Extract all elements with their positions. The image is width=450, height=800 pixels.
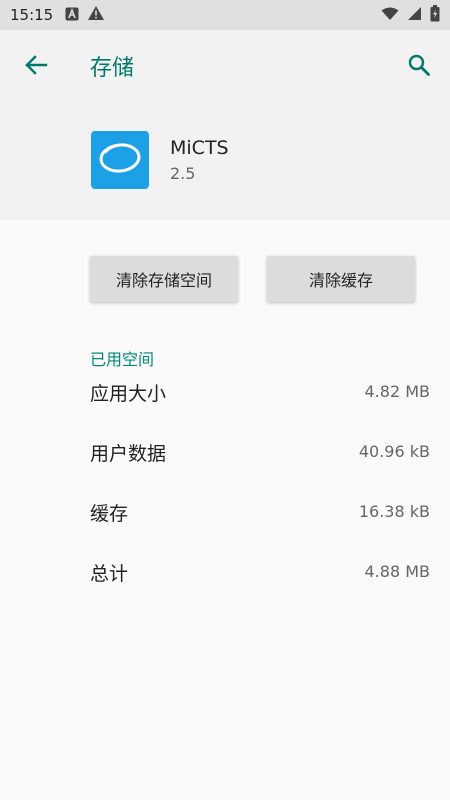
arrow-left-icon	[24, 55, 48, 79]
row-label: 用户数据	[90, 443, 167, 465]
search-button[interactable]	[404, 52, 434, 82]
app-version: 2.5	[170, 164, 196, 183]
storage-row-user-data: 用户数据 40.96 kB	[90, 439, 430, 469]
page-title: 存储	[90, 56, 135, 81]
signal-icon	[407, 6, 422, 25]
storage-row-total: 总计 4.88 MB	[90, 559, 430, 589]
back-button[interactable]	[18, 52, 54, 82]
app-icon	[91, 131, 149, 189]
font-icon	[65, 6, 79, 25]
row-value: 16.38 kB	[358, 502, 430, 521]
row-value: 4.88 MB	[364, 562, 431, 581]
row-label: 应用大小	[90, 383, 167, 405]
row-label: 缓存	[90, 503, 129, 525]
storage-row-cache: 缓存 16.38 kB	[90, 499, 430, 529]
clear-cache-button[interactable]: 清除缓存	[267, 256, 415, 302]
status-time: 15:15	[10, 6, 54, 24]
status-right-icons	[381, 4, 440, 26]
row-value: 40.96 kB	[358, 442, 430, 461]
clear-storage-button[interactable]: 清除存储空间	[90, 256, 238, 302]
app-name: MiCTS	[170, 137, 229, 159]
app-header: 存储 MiCTS 2.5	[0, 30, 450, 220]
wifi-icon	[381, 6, 399, 25]
warning-icon	[87, 5, 105, 25]
battery-icon	[430, 4, 440, 26]
row-value: 4.82 MB	[364, 382, 431, 401]
row-label: 总计	[90, 563, 129, 585]
status-left-icons	[65, 5, 105, 25]
ellipse-logo-icon	[97, 141, 143, 179]
storage-row-app-size: 应用大小 4.82 MB	[90, 379, 430, 409]
status-bar: 15:15	[0, 0, 450, 30]
search-icon	[407, 53, 431, 81]
section-title-used-space: 已用空间	[90, 350, 155, 369]
